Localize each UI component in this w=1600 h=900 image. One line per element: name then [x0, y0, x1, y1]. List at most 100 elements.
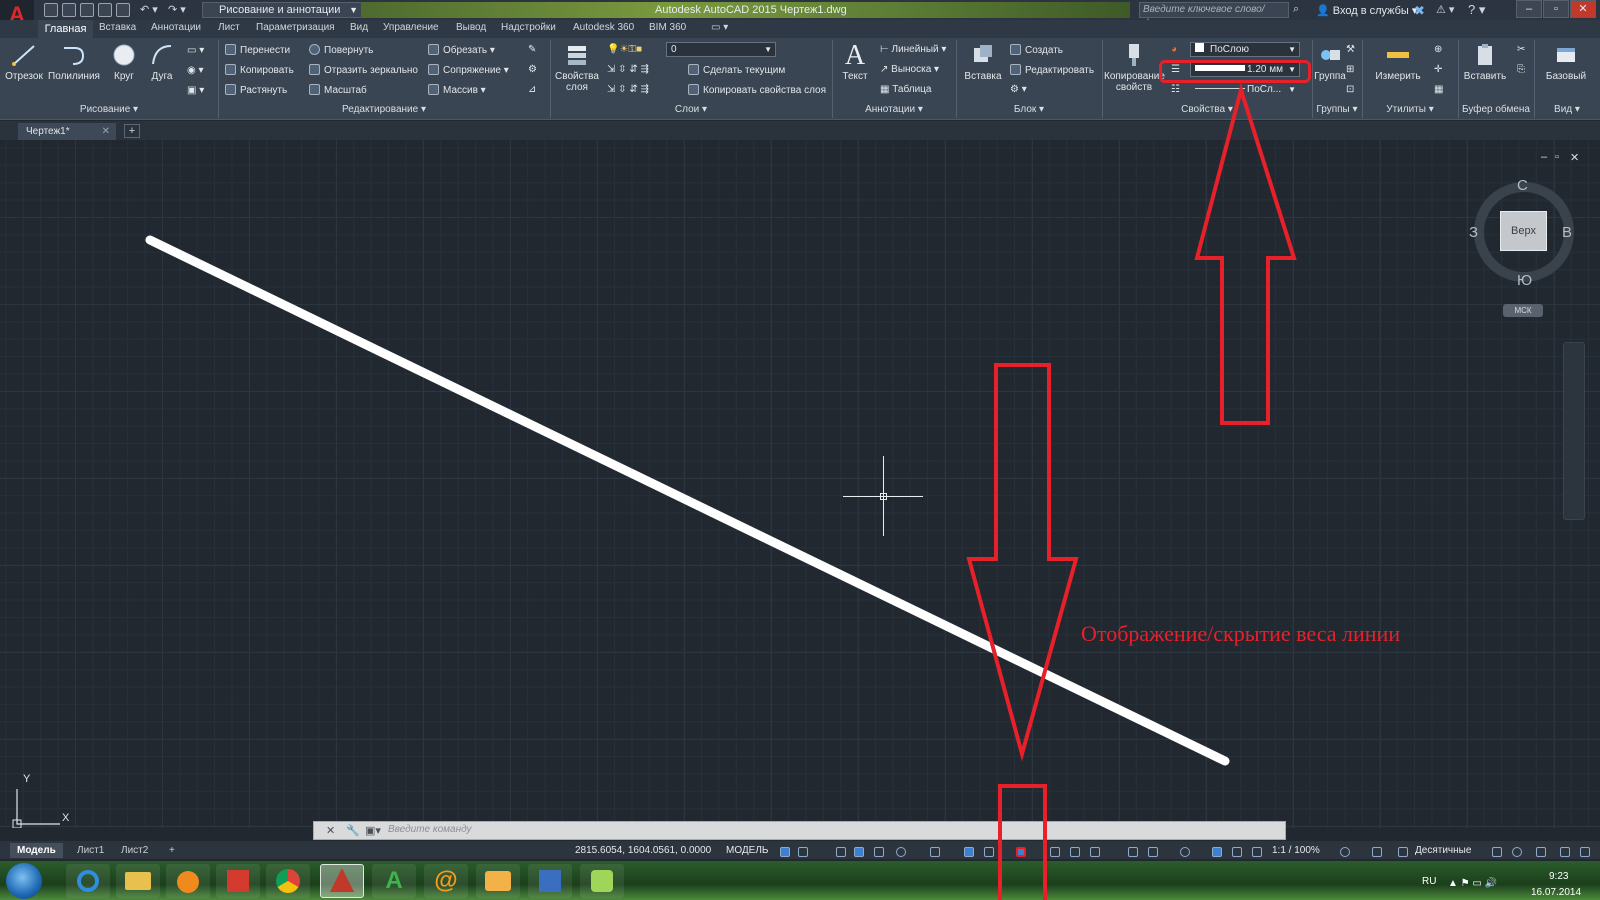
photo-viewer-icon[interactable]	[476, 864, 520, 898]
copy-clip-icon[interactable]: ⎘	[1517, 64, 1525, 75]
plot-icon[interactable]	[116, 3, 130, 17]
match-layer-button[interactable]: Копировать свойства слоя	[688, 84, 826, 96]
groups-panel-title[interactable]: Группы ▾	[1312, 104, 1362, 115]
auto-scale-icon[interactable]	[1232, 847, 1242, 857]
arc-tool-button[interactable]: Дуга	[144, 42, 180, 82]
viewport-minimize-icon[interactable]: –	[1541, 151, 1547, 163]
trim-button[interactable]: Обрезать ▾	[428, 44, 495, 56]
tab-bim-360[interactable]: BIM 360	[649, 22, 686, 33]
signin-button[interactable]: 👤 Вход в службы ▾	[1316, 4, 1417, 17]
cut-icon[interactable]: ✂	[1517, 44, 1525, 55]
green-app-icon[interactable]	[580, 864, 624, 898]
language-indicator[interactable]: RU	[1422, 876, 1436, 887]
annotation-monitor-icon[interactable]	[1372, 847, 1382, 857]
edit-block-button[interactable]: Редактировать	[1010, 64, 1094, 76]
match-properties-button[interactable]: Копирование свойств	[1104, 42, 1165, 93]
viewport-restore-icon[interactable]: ▫	[1555, 151, 1559, 163]
annotation-visibility-icon[interactable]	[1212, 847, 1222, 857]
command-prompt-icon[interactable]: ▣▾	[365, 824, 381, 837]
new-tab-button[interactable]: +	[124, 124, 140, 138]
text-tool-button[interactable]: A Текст	[838, 40, 872, 82]
infer-constraints-icon[interactable]	[836, 847, 846, 857]
linetype-select[interactable]: ПоСл... ▼	[1190, 82, 1300, 97]
isometric-icon[interactable]	[930, 847, 940, 857]
workspace-gear-icon[interactable]	[1340, 847, 1350, 857]
maximize-button[interactable]: ▫	[1543, 0, 1569, 18]
layer-select[interactable]: 0 ▼	[666, 42, 776, 57]
media-player-icon[interactable]	[166, 864, 210, 898]
tab-parametric[interactable]: Параметризация	[256, 22, 335, 33]
close-icon[interactable]: ✕	[326, 824, 335, 837]
stretch-button[interactable]: Растянуть	[225, 84, 287, 96]
hatch-icon[interactable]: ◉ ▾	[187, 65, 204, 76]
line-tool-button[interactable]: Отрезок	[4, 42, 44, 82]
tray-icons[interactable]: ▲ ⚑ ▭ 🔊	[1448, 878, 1497, 889]
tab-layout[interactable]: Лист	[218, 22, 240, 33]
ortho-icon[interactable]	[874, 847, 884, 857]
quick-properties-icon[interactable]	[1492, 847, 1502, 857]
start-button[interactable]	[6, 863, 42, 899]
calculator-icon[interactable]: ▦	[1434, 84, 1443, 95]
close-window-button[interactable]: ✕	[1570, 0, 1596, 18]
tab-output[interactable]: Вывод	[456, 22, 486, 33]
undo-icon[interactable]: ↶ ▾	[140, 3, 158, 16]
rectangle-icon[interactable]: ▭ ▾	[187, 45, 204, 56]
layer-tools-row1[interactable]: ⇲ ⇳ ⇵ ⇶	[607, 64, 649, 75]
tab-model[interactable]: Модель	[10, 843, 63, 858]
polar-tracking-icon[interactable]	[896, 847, 906, 857]
ribbon-toggle-icon[interactable]: ▭ ▾	[711, 22, 728, 33]
offset-icon[interactable]: ⊿	[528, 84, 536, 95]
block-attributes-icon[interactable]: ⚙ ▾	[1010, 84, 1027, 95]
tab-autodesk-360[interactable]: Autodesk 360	[573, 22, 634, 33]
ungroup-icon[interactable]: ⚒	[1346, 44, 1355, 55]
leader-button[interactable]: ↗ Выноска ▾	[880, 64, 939, 75]
coordinates-readout[interactable]: 2815.6054, 1604.0561, 0.0000	[575, 845, 711, 856]
table-button[interactable]: ▦ Таблица	[880, 84, 931, 95]
selection-cycling-icon[interactable]	[1070, 847, 1080, 857]
exchange-icon[interactable]: ✖	[1414, 3, 1425, 19]
lock-ui-icon[interactable]	[1512, 847, 1522, 857]
fillet-button[interactable]: Сопряжение ▾	[428, 64, 509, 76]
search-input[interactable]: Введите ключевое слово/фразу	[1139, 2, 1289, 29]
layer-properties-button[interactable]: Свойства слоя	[553, 42, 601, 93]
layer-tools-row2[interactable]: ⇲ ⇳ ⇵ ⇶	[607, 84, 649, 95]
units-select[interactable]: Десятичные	[1415, 845, 1471, 856]
units-icon[interactable]	[1398, 847, 1408, 857]
annotation-scale-icon[interactable]	[1252, 847, 1262, 857]
gizmo-icon[interactable]	[1180, 847, 1190, 857]
internet-explorer-icon[interactable]	[66, 864, 110, 898]
tab-view[interactable]: Вид	[350, 22, 368, 33]
binoculars-icon[interactable]: ⌕	[1293, 3, 1299, 16]
group-select-icon[interactable]: ⊡	[1346, 84, 1354, 95]
file-tab[interactable]: Чертеж1* ✕	[18, 123, 116, 140]
layers-panel-title[interactable]: Слои ▾	[550, 104, 832, 115]
dimension-button[interactable]: ⊢ Линейный ▾	[880, 44, 946, 55]
draw-more-icon[interactable]: ▣ ▾	[187, 85, 204, 96]
view-panel-title[interactable]: Вид ▾	[1534, 104, 1600, 115]
group-button[interactable]: Группа	[1310, 42, 1350, 82]
isolate-objects-icon[interactable]	[1536, 847, 1546, 857]
help-icon[interactable]: ? ▾	[1468, 2, 1485, 18]
tab-layout1[interactable]: Лист1	[70, 843, 111, 858]
dynamic-input-icon[interactable]	[854, 847, 864, 857]
block-panel-title[interactable]: Блок ▾	[956, 104, 1102, 115]
draw-panel-title[interactable]: Рисование ▾	[0, 104, 218, 115]
autocad-alt-icon[interactable]: A	[372, 864, 416, 898]
close-icon[interactable]: ✕	[102, 123, 110, 140]
rotate-button[interactable]: Повернуть	[309, 44, 373, 56]
tab-manage[interactable]: Управление	[383, 22, 439, 33]
wrench-icon[interactable]: 🔧	[346, 824, 360, 837]
viewcube-top-face[interactable]: Верх	[1500, 211, 1547, 251]
compass-south[interactable]: Ю	[1517, 272, 1532, 289]
annotation-scale-value[interactable]: 1:1 / 100%	[1272, 845, 1320, 856]
floppy-save-icon[interactable]	[528, 864, 572, 898]
polyline-tool-button[interactable]: Полилиния	[46, 42, 102, 82]
mail-icon[interactable]: @	[424, 864, 468, 898]
clock-date[interactable]: 16.07.2014	[1531, 887, 1581, 898]
transparency-icon[interactable]	[1050, 847, 1060, 857]
modify-panel-title[interactable]: Редактирование ▾	[218, 104, 550, 115]
scale-button[interactable]: Масштаб	[309, 84, 367, 96]
wcs-menu[interactable]: МСК	[1503, 304, 1543, 317]
dynamic-ucs-icon[interactable]	[1128, 847, 1138, 857]
create-block-button[interactable]: Создать	[1010, 44, 1063, 56]
